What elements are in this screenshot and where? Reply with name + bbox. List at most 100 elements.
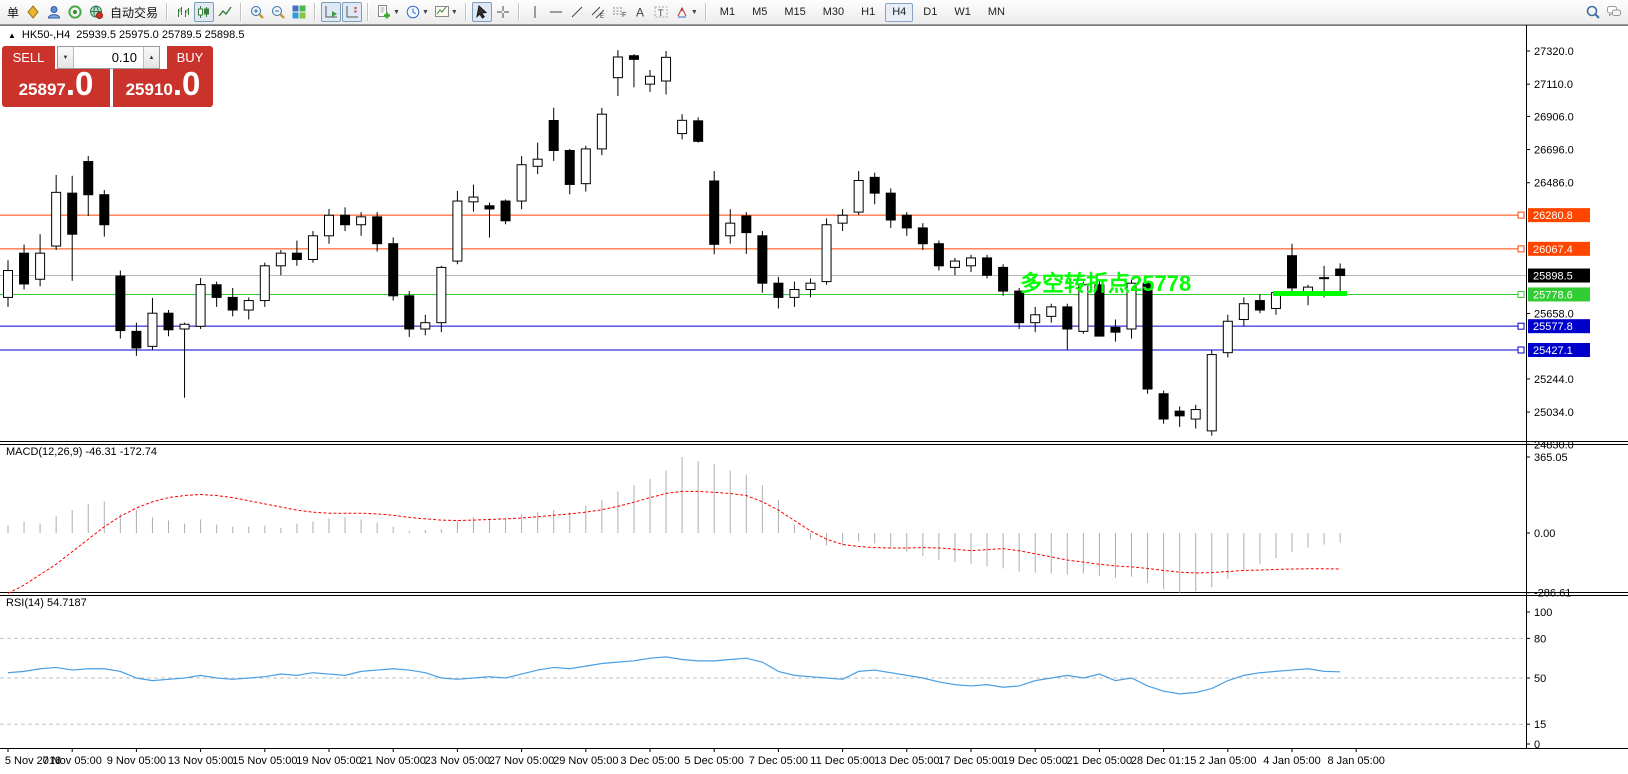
time-tick-label: 15 Nov 05:00 xyxy=(232,755,297,767)
time-tick-label: 19 Dec 05:00 xyxy=(1002,755,1067,767)
bear-candle xyxy=(164,313,173,330)
time-tick-label: 13 Dec 05:00 xyxy=(874,755,939,767)
rsi-panel: 1008050150 xyxy=(0,607,1552,751)
macd-axis-label: 0.00 xyxy=(1534,528,1555,540)
collapse-panel-icon[interactable]: ▲ xyxy=(8,31,16,40)
bear-candle xyxy=(934,244,943,266)
bull-candle xyxy=(52,192,61,246)
level-price-tag-text: 26067.4 xyxy=(1533,244,1573,256)
time-tick-label: 7 Nov 05:00 xyxy=(43,755,102,767)
bear-candle xyxy=(84,162,93,195)
bear-candle xyxy=(68,193,77,234)
buy-price[interactable]: 25910.0 xyxy=(113,69,213,107)
bull-candle xyxy=(453,201,462,261)
bear-candle xyxy=(100,195,109,225)
bull-candle xyxy=(1320,278,1329,279)
bear-candle xyxy=(228,297,237,310)
price-tick-label: 26696.0 xyxy=(1534,145,1574,157)
bear-candle xyxy=(1063,307,1072,329)
sell-price[interactable]: 25897.0 xyxy=(2,69,110,107)
sell-button[interactable]: SELL xyxy=(2,46,55,69)
bull-candle xyxy=(36,253,45,279)
bull-candle xyxy=(1191,410,1200,419)
bull-candle xyxy=(1239,304,1248,320)
trading-terminal: { "toolbar": { "order_label": "单", "auto… xyxy=(0,0,1628,774)
time-tick-label: 27 Nov 05:00 xyxy=(489,755,554,767)
time-tick-label: 9 Nov 05:00 xyxy=(107,755,166,767)
bear-candle xyxy=(485,206,494,209)
bull-candle xyxy=(854,181,863,213)
level-line-handle[interactable] xyxy=(1518,291,1524,297)
bear-candle xyxy=(1255,301,1264,310)
bull-candle xyxy=(1047,307,1056,316)
bear-candle xyxy=(405,296,414,329)
annotation-highlight-bar[interactable] xyxy=(1273,291,1347,296)
time-tick-label: 21 Dec 05:00 xyxy=(1067,755,1132,767)
time-tick-label: 28 Dec 01:15 xyxy=(1131,755,1196,767)
time-tick-label: 17 Dec 05:00 xyxy=(938,755,1003,767)
bear-candle xyxy=(999,267,1008,291)
time-tick-label: 13 Nov 05:00 xyxy=(168,755,233,767)
bull-candle xyxy=(1207,355,1216,431)
chart-title: ▲ HK50-,H4 25939.5 25975.0 25789.5 25898… xyxy=(8,29,244,41)
time-tick-label: 29 Nov 05:00 xyxy=(553,755,618,767)
bull-candle xyxy=(533,159,542,166)
macd-signal-line xyxy=(8,491,1340,593)
rsi-axis-label: 100 xyxy=(1534,607,1552,619)
bear-candle xyxy=(501,201,510,221)
level-price-tag-text: 25427.1 xyxy=(1533,345,1573,357)
bear-candle xyxy=(292,253,301,259)
bull-candle xyxy=(967,258,976,266)
macd-panel: 365.050.00-286.61 xyxy=(8,452,1571,600)
time-tick-label: 21 Nov 05:00 xyxy=(360,755,425,767)
bull-candle xyxy=(790,290,799,298)
bear-candle xyxy=(742,216,751,233)
bull-candle xyxy=(180,324,189,329)
one-click-trade-panel: SELL ▼ 0.10 ▲ BUY 25897.0 25910.0 xyxy=(2,46,213,107)
bull-candle xyxy=(469,197,478,202)
level-price-tag-text: 25778.6 xyxy=(1533,289,1573,301)
bull-candle xyxy=(806,283,815,289)
bear-candle xyxy=(710,181,719,244)
bull-candle xyxy=(4,271,13,298)
bear-candle xyxy=(886,193,895,220)
bull-candle xyxy=(1031,315,1040,323)
bear-candle xyxy=(694,121,703,142)
time-axis[interactable]: 5 Nov 20187 Nov 05:009 Nov 05:0013 Nov 0… xyxy=(5,748,1385,767)
bull-candle xyxy=(950,261,959,267)
time-tick-label: 4 Jan 05:00 xyxy=(1263,755,1321,767)
bull-candle xyxy=(678,120,687,133)
chart-canvas: 多空转折点2577827320.027110.026906.026696.026… xyxy=(0,0,1628,774)
bull-candle xyxy=(260,266,269,301)
bull-candle xyxy=(148,313,157,346)
bear-candle xyxy=(1143,283,1152,389)
level-line-handle[interactable] xyxy=(1518,212,1524,218)
bear-candle xyxy=(389,244,398,296)
bear-candle xyxy=(1175,411,1184,416)
bear-candle xyxy=(629,56,638,60)
bear-candle xyxy=(902,215,911,228)
bull-candle xyxy=(421,323,430,329)
bear-candle xyxy=(1288,256,1297,288)
time-tick-label: 23 Nov 05:00 xyxy=(425,755,490,767)
level-line-handle[interactable] xyxy=(1518,323,1524,329)
ohlc-values: 25939.5 25975.0 25789.5 25898.5 xyxy=(76,29,244,41)
price-tick-label: 25034.0 xyxy=(1534,407,1574,419)
annotation-text[interactable]: 多空转折点25778 xyxy=(1020,271,1191,296)
bear-candle xyxy=(1111,327,1120,332)
rsi-axis-label: 50 xyxy=(1534,673,1546,685)
level-line-handle[interactable] xyxy=(1518,246,1524,252)
level-line-handle[interactable] xyxy=(1518,347,1524,353)
bear-candle xyxy=(758,236,767,283)
price-tick-label: 25658.0 xyxy=(1534,309,1574,321)
bull-candle xyxy=(597,114,606,149)
rsi-label: RSI(14) 54.7187 xyxy=(6,597,87,609)
symbol-period-label: HK50-,H4 xyxy=(22,29,70,41)
price-tick-label: 27320.0 xyxy=(1534,46,1574,58)
buy-price-main: 25910 xyxy=(126,80,173,100)
bear-candle xyxy=(870,177,879,193)
bull-candle xyxy=(437,267,446,322)
buy-price-fraction: .0 xyxy=(173,69,201,99)
price-tick-label: 26906.0 xyxy=(1534,111,1574,123)
volume-increase-button[interactable]: ▲ xyxy=(143,47,159,68)
